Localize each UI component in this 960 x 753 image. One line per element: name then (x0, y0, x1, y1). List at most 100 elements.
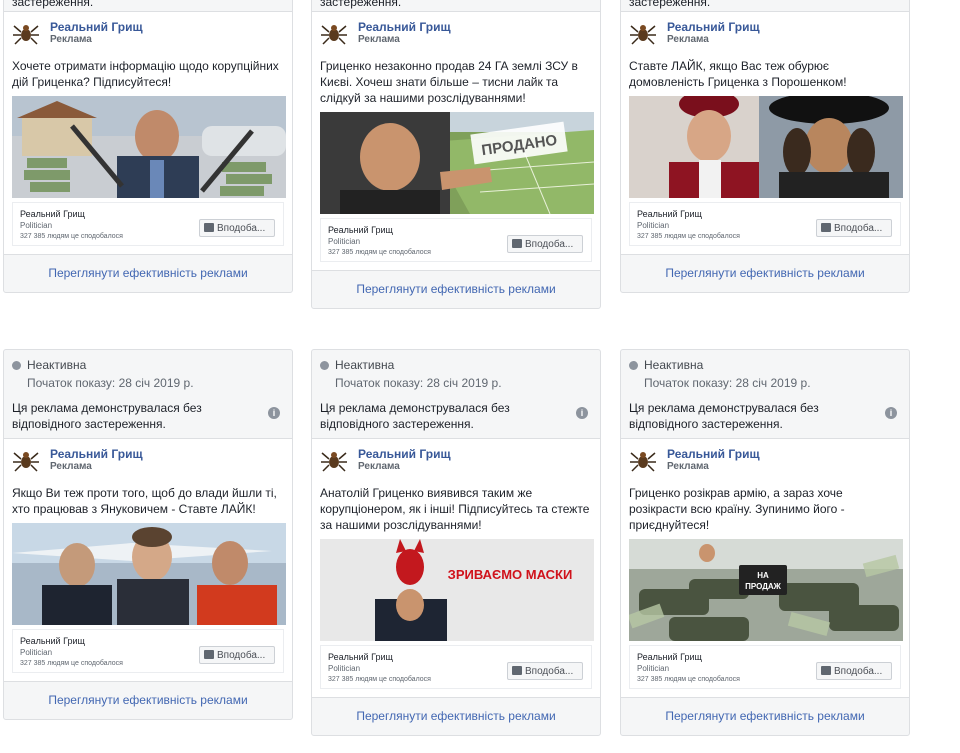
status-row: Неактивна (629, 356, 901, 374)
ad-card-2: застереження. Реальний Грищ Реклама Грице… (311, 0, 601, 309)
tanks-for-sale-photo[interactable]: НА ПРОДАЖ (629, 539, 903, 641)
ad-card-1: застереження. Реальний Грищ Реклама Хочет… (3, 0, 293, 293)
status-dot-icon (629, 360, 638, 370)
status-row: Неактивна (320, 356, 592, 374)
info-icon[interactable]: i (885, 407, 897, 419)
page-name-link[interactable]: Реальний Грищ (667, 447, 760, 461)
ad-preview: Реальний Грищ Реклама Ставте ЛАЙК, якщо В… (621, 11, 909, 255)
page-header: Реальний Грищ Реклама (629, 447, 901, 475)
start-date: Початок показу: 28 січ 2019 р. (27, 376, 194, 390)
status-label: Неактивна (335, 358, 395, 372)
ad-card-5: Неактивна Початок показу: 28 січ 2019 р.… (311, 349, 601, 736)
page-avatar-spider-icon[interactable] (12, 20, 40, 48)
disclaimer-note: застереження. (629, 0, 711, 9)
sponsored-label: Реклама (358, 461, 400, 472)
like-page-button[interactable]: Вподоба... (199, 646, 275, 664)
like-page-button[interactable]: Вподоба... (816, 662, 892, 680)
disclaimer-note: Ця реклама демонструвалася без відповідн… (320, 400, 592, 432)
ad-card-4: Неактивна Початок показу: 28 січ 2019 р.… (3, 349, 293, 720)
ad-card-6: Неактивна Початок показу: 28 січ 2019 р.… (620, 349, 910, 736)
thumbs-up-icon (204, 650, 214, 659)
ad-preview: Реальний Грищ Реклама Гриценко розікрав а… (621, 438, 909, 698)
page-header: Реальний Грищ Реклама (12, 447, 284, 475)
page-avatar-spider-icon[interactable] (12, 447, 40, 475)
thumbs-up-icon (512, 666, 522, 675)
sponsored-label: Реклама (667, 34, 709, 45)
money-villa-photo[interactable] (12, 96, 286, 198)
start-date: Початок показу: 28 січ 2019 р. (335, 376, 502, 390)
like-page-button[interactable]: Вподоба... (507, 235, 583, 253)
page-header: Реальний Грищ Реклама (629, 20, 901, 48)
page-name-link[interactable]: Реальний Грищ (50, 447, 143, 461)
disclaimer-note: застереження. (12, 0, 94, 9)
like-button-label: Вподоба... (217, 650, 266, 661)
page-avatar-spider-icon[interactable] (320, 20, 348, 48)
ad-text: Гриценко незаконно продав 24 ГА землі ЗС… (320, 59, 578, 105)
view-ad-performance-link[interactable]: Переглянути ефективність реклами (4, 682, 292, 719)
disclaimer-note: Ця реклама демонструвалася без відповідн… (12, 400, 284, 432)
sponsored-label: Реклама (667, 461, 709, 472)
image-overlay-text: ПРОДАЖ (745, 582, 782, 591)
status-dot-icon (12, 360, 21, 370)
disclaimer-note: застереження. (320, 0, 402, 9)
thumbs-up-icon (512, 239, 522, 248)
page-avatar-spider-icon[interactable] (629, 20, 657, 48)
like-button-label: Вподоба... (217, 223, 266, 234)
ad-footer: Реальний Грищ Politician 327 385 людям ц… (12, 202, 284, 246)
ad-footer: Реальний Грищ Politician 327 385 людям ц… (320, 218, 592, 262)
card-header: Неактивна Початок показу: 28 січ 2019 р.… (4, 356, 292, 432)
status-label: Неактивна (644, 358, 704, 372)
thumbs-up-icon (821, 223, 831, 232)
page-header: Реальний Грищ Реклама (320, 20, 592, 48)
page-name-link[interactable]: Реальний Грищ (667, 20, 760, 34)
disclaimer-text: Ця реклама демонструвалася без відповідн… (629, 401, 819, 431)
view-ad-performance-link[interactable]: Переглянути ефективність реклами (312, 271, 600, 308)
page-header: Реальний Грищ Реклама (320, 447, 592, 475)
ad-footer: Реальний Грищ Politician 327 385 людям ц… (12, 629, 284, 673)
ad-text: Гриценко розікрав армію, а зараз хоче ро… (629, 486, 845, 532)
ad-preview: Реальний Грищ Реклама Якщо Ви теж проти т… (4, 438, 292, 682)
status-dot-icon (320, 360, 329, 370)
view-ad-performance-link[interactable]: Переглянути ефективність реклами (621, 698, 909, 735)
page-name-link[interactable]: Реальний Грищ (358, 20, 451, 34)
ad-preview: Реальний Грищ Реклама Анатолій Гриценко в… (312, 438, 600, 698)
ad-preview: Реальний Грищ Реклама Гриценко незаконно … (312, 11, 600, 271)
view-ad-performance-link[interactable]: Переглянути ефективність реклами (621, 255, 909, 292)
devil-mask-photo[interactable]: ЗРИВАЄМО МАСКИ (320, 539, 594, 641)
ad-text: Якщо Ви теж проти того, щоб до влади йшл… (12, 486, 277, 516)
info-icon[interactable]: i (268, 407, 280, 419)
ad-preview: Реальний Грищ Реклама Хочете отримати інф… (4, 11, 292, 255)
like-page-button[interactable]: Вподоба... (816, 219, 892, 237)
ad-text: Ставте ЛАЙК, якщо Вас теж обурює домовле… (629, 59, 847, 89)
info-icon[interactable]: i (576, 407, 588, 419)
ad-text: Анатолій Гриценко виявився таким же кору… (320, 486, 590, 532)
disclaimer-note: Ця реклама демонструвалася без відповідн… (629, 400, 901, 432)
three-politicians-photo[interactable] (12, 523, 286, 625)
start-date: Початок показу: 28 січ 2019 р. (644, 376, 811, 390)
sponsored-label: Реклама (50, 34, 92, 45)
like-button-label: Вподоба... (834, 666, 883, 677)
thumbs-up-icon (821, 666, 831, 675)
ad-footer: Реальний Грищ Politician 327 385 людям ц… (629, 645, 901, 689)
thumbs-up-icon (204, 223, 214, 232)
clergy-photo[interactable] (629, 96, 903, 198)
disclaimer-text: Ця реклама демонструвалася без відповідн… (12, 401, 202, 431)
card-header: Неактивна Початок показу: 28 січ 2019 р.… (621, 356, 909, 432)
like-page-button[interactable]: Вподоба... (199, 219, 275, 237)
sold-land-photo[interactable]: ПРОДАНО (320, 112, 594, 214)
page-name-link[interactable]: Реальний Грищ (50, 20, 143, 34)
image-overlay-text: НА (757, 571, 769, 580)
page-avatar-spider-icon[interactable] (320, 447, 348, 475)
page-header: Реальний Грищ Реклама (12, 20, 284, 48)
sponsored-label: Реклама (50, 461, 92, 472)
like-page-button[interactable]: Вподоба... (507, 662, 583, 680)
page-name-link[interactable]: Реальний Грищ (358, 447, 451, 461)
view-ad-performance-link[interactable]: Переглянути ефективність реклами (312, 698, 600, 735)
like-button-label: Вподоба... (834, 223, 883, 234)
card-header: Неактивна Початок показу: 28 січ 2019 р.… (312, 356, 600, 432)
disclaimer-text: Ця реклама демонструвалася без відповідн… (320, 401, 510, 431)
page-avatar-spider-icon[interactable] (629, 447, 657, 475)
view-ad-performance-link[interactable]: Переглянути ефективність реклами (4, 255, 292, 292)
like-button-label: Вподоба... (525, 239, 574, 250)
ad-card-3: застереження. Реальний Грищ Реклама Ставт… (620, 0, 910, 293)
